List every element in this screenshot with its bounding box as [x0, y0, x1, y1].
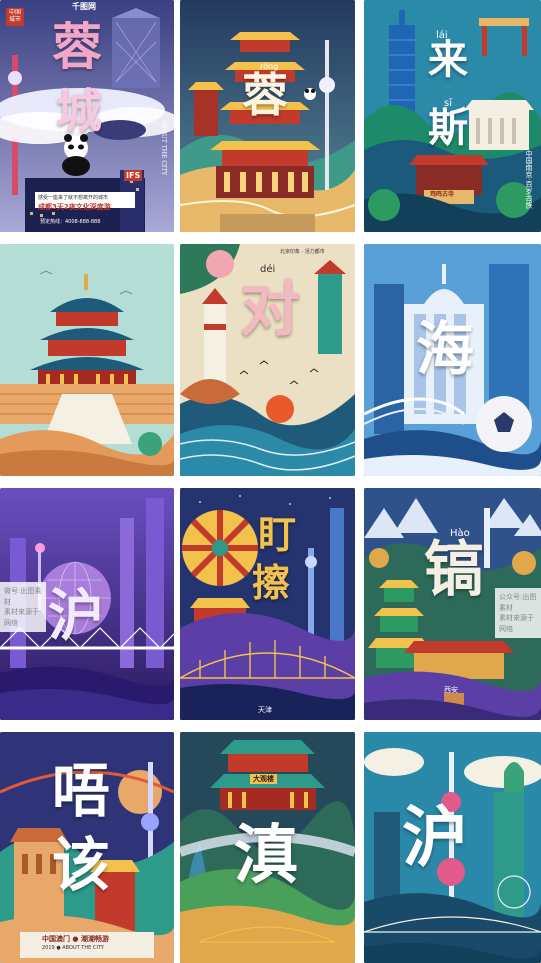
title-char: 沪	[402, 798, 468, 876]
poster-shanghai-hu-pearl[interactable]: 沪	[364, 732, 541, 963]
title-char: 滇	[234, 818, 298, 893]
poster-beijing-temple[interactable]	[0, 244, 174, 476]
poster-xian-hao[interactable]: Hào 镐 西安 公众号:出图素材 素材来源于网络	[364, 488, 541, 720]
title-char: 海	[416, 315, 475, 383]
title-char: 镐	[424, 535, 484, 605]
poster-qingdao-dei[interactable]: 北京印象 · 活力都市 déi 对	[180, 244, 355, 476]
poster-grid: 中国 城市 千图网 蓉 城 IFS ABOUT THE CITY 感受一座来了就…	[0, 0, 541, 963]
caption-subline: 感受一座来了就不想离开的城市	[38, 195, 109, 201]
title-char-2: 斯	[428, 104, 468, 151]
poster-tianjin[interactable]: 盯 擦 天津	[180, 488, 355, 720]
caption-line-1: 中国澳门 ● 潮潮畅游	[42, 935, 109, 943]
hotline-text: 预定热线：4008-888-888	[40, 219, 101, 225]
side-vertical-text: 中国南京·百岁古族	[525, 150, 533, 209]
title-char: 对	[240, 275, 300, 345]
title-char-1: 来	[428, 36, 468, 83]
title-char-2: 擦	[252, 560, 291, 605]
side-vertical-text: ABOUT THE CITY	[160, 120, 167, 176]
title-char: 蓉	[242, 68, 288, 122]
ifs-sign: IFS	[124, 170, 143, 182]
brand-logo: 千图网	[72, 2, 96, 11]
title-char-1: 唔	[52, 757, 111, 825]
poster-nanjing-laisi[interactable]: lái 来 sī 斯 鸡鸣古寺 中国南京·百岁古族	[364, 0, 541, 232]
title-char: 沪	[48, 583, 104, 649]
title-char-1: 蓉	[52, 17, 102, 76]
temple-sign: 鸡鸣古寺	[430, 191, 455, 198]
pinyin-label: déi	[260, 264, 276, 275]
title-char-2: 该	[52, 831, 111, 899]
city-badge: 中国 城市	[6, 8, 24, 26]
poster-yunnan-dian[interactable]: 大观楼 滇	[180, 732, 355, 963]
title-char-2: 城	[56, 84, 102, 138]
caption-line-2: 2019 ● ABOUT THE CITY	[42, 945, 104, 951]
watermark-overlay: 公众号:出图素材 素材来源于网络	[495, 588, 541, 638]
temple-illustration	[0, 244, 174, 476]
poster-chengdu-rongcheng[interactable]: 中国 城市 千图网 蓉 城 IFS ABOUT THE CITY 感受一座来了就…	[0, 0, 174, 232]
tower-sign: 大观楼	[250, 774, 277, 785]
city-name-footer: 西安	[444, 686, 458, 694]
title-char-1: 盯	[258, 512, 297, 557]
poster-shanghai-hu-purple[interactable]: 沪 微号:出图素材 素材来源于网络	[0, 488, 174, 720]
caption-main: 成都3天2夜文化深度游	[38, 203, 111, 211]
poster-macau[interactable]: 唔 该 中国澳门 ● 潮潮畅游 2019 ● ABOUT THE CITY	[0, 732, 174, 963]
poster-shanghai-hai[interactable]: 海	[364, 244, 541, 476]
city-name-footer: 天津	[258, 706, 272, 714]
poster-chengdu-rong[interactable]: róng 蓉	[180, 0, 355, 232]
watermark-overlay: 微号:出图素材 素材来源于网络	[0, 582, 46, 632]
top-caption: 北京印象 · 活力都市	[280, 249, 325, 255]
